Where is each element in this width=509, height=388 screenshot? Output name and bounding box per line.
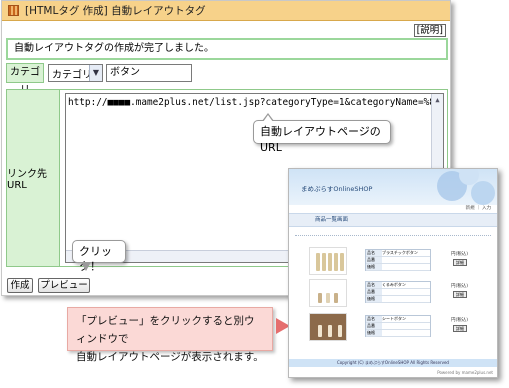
preview-footer-powered: Powered by mame2plus.net [437,370,493,375]
chevron-down-icon[interactable]: ▼ [89,65,102,81]
preview-item: 品名 ブラスチックボタン 品番 価格 円(税込) 詳細 [295,247,491,277]
preview-nav: 新規 ｜ 入力 [289,205,497,213]
product-table: 品名 くるみボタン 品番 価格 [365,281,431,303]
product-table: 品名 シートボタン 品番 価格 [365,315,431,337]
product-detail-button[interactable]: 詳細 [453,259,467,266]
create-button[interactable]: 作成 [7,278,33,293]
window-icon [8,5,19,16]
preview-shop-name: まめぷらすOnlineSHOP [301,185,373,193]
product-image [309,279,347,307]
click-callout: クリック！ [72,240,126,273]
category-label: カテゴリ [6,63,44,96]
product-name: くるみボタン [382,282,406,287]
callout-tail-inner [263,115,273,122]
preview-item: 品名 くるみボタン 品番 価格 円(税込) 詳細 [295,279,491,309]
decorative-circle [471,181,495,205]
window-title: [HTMLタグ 作成] 自動レイアウトタグ [25,5,206,17]
product-detail-button[interactable]: 詳細 [453,291,467,298]
callout-tail [81,262,91,271]
product-image [309,247,347,275]
scroll-up-icon[interactable]: ▲ [432,94,443,106]
product-price: 円(税込) [451,318,469,323]
note-line-2: 自動レイアウトページが表示されます。 [76,351,264,363]
completion-message: 自動レイアウトタグの作成が完了しました。 [6,38,448,60]
product-image [309,313,347,341]
link-url-value: http://■■■■.mame2plus.net/list.jsp?categ… [68,97,436,108]
product-name: ブラスチックボタン [382,250,418,255]
note-line-1: 「プレビュー」をクリックすると別ウィンドウで [76,315,255,345]
preview-divider [295,230,491,236]
help-link[interactable]: [説明] [413,24,446,37]
product-detail-button[interactable]: 詳細 [453,325,467,332]
category-select[interactable]: カテゴリ1 ▼ [48,64,103,82]
url-callout: 自動レイアウトページのURL [253,113,391,154]
preview-header: まめぷらすOnlineSHOP [289,169,497,205]
link-url-label: リンク先URL [7,90,60,266]
product-price: 円(税込) [451,284,469,289]
window-titlebar: [HTMLタグ 作成] 自動レイアウトタグ [2,1,450,21]
preview-section-title: 商品一覧画面 [289,213,497,227]
preview-item: 品名 シートボタン 品番 価格 円(税込) 詳細 [295,313,491,343]
preview-button[interactable]: プレビュー [38,278,90,293]
preview-window: まめぷらすOnlineSHOP 新規 ｜ 入力 商品一覧画面 品名 ブラスチックボ… [288,168,498,378]
product-price: 円(税込) [451,252,469,257]
preview-note: 「プレビュー」をクリックすると別ウィンドウで 自動レイアウトページが表示されます… [67,307,273,363]
category-row: カテゴリ カテゴリ1 ▼ ボタン [6,63,192,96]
product-name: シートボタン [382,316,406,321]
product-table: 品名 ブラスチックボタン 品番 価格 [365,249,431,271]
category-name-input[interactable]: ボタン [106,64,192,82]
preview-footer: Copyright (C) まめぷらすOnlineSHOP All Rights… [289,359,497,367]
